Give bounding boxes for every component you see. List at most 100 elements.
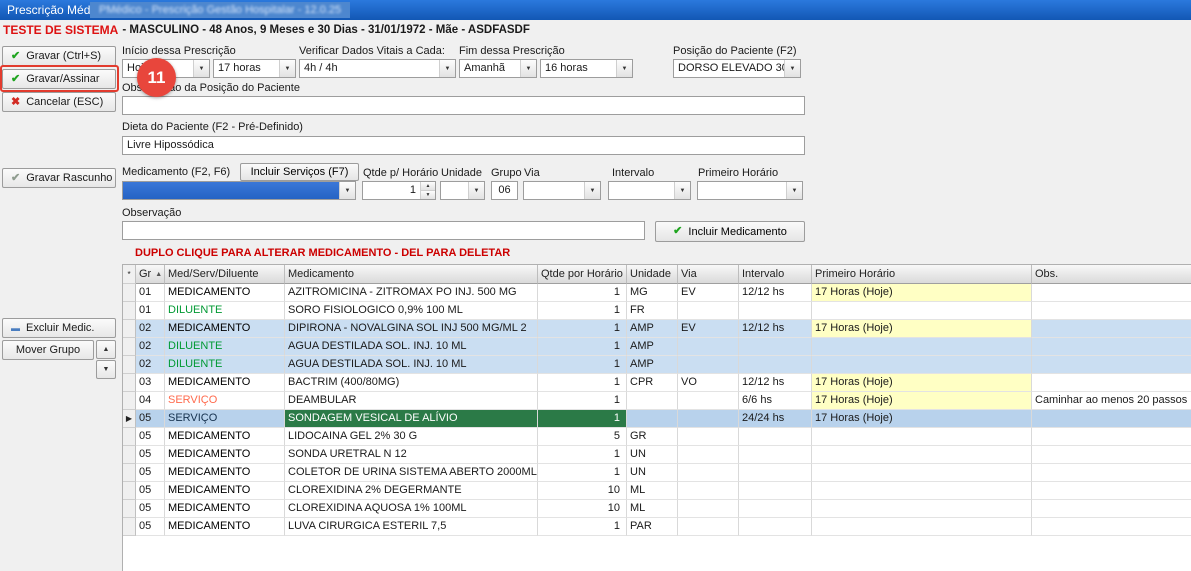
cell-gr: 04 xyxy=(136,392,165,410)
grid-row[interactable]: 03MEDICAMENTOBACTRIM (400/80MG)1CPRVO12/… xyxy=(123,374,1191,392)
cell-med: DEAMBULAR xyxy=(285,392,538,410)
observacao-label: Observação xyxy=(122,207,181,219)
spin-up-icon[interactable]: ▲ xyxy=(421,182,435,191)
column-header-gr[interactable]: Gr▲ xyxy=(136,265,165,284)
cell-primeiro: 17 Horas (Hoje) xyxy=(812,410,1032,428)
medicamento-combo[interactable]: ▼ xyxy=(122,181,356,200)
cell-via: EV xyxy=(678,320,739,338)
grid-row[interactable]: ▶05SERVIÇOSONDAGEM VESICAL DE ALÍVIO124/… xyxy=(123,410,1191,428)
cell-intervalo xyxy=(739,518,812,536)
column-header-intervalo[interactable]: Intervalo xyxy=(739,265,812,284)
cell-med: LUVA CIRURGICA ESTERIL 7,5 xyxy=(285,518,538,536)
cell-primeiro xyxy=(812,428,1032,446)
row-indicator xyxy=(123,518,136,536)
row-indicator xyxy=(123,482,136,500)
inicio-label: Início dessa Prescrição xyxy=(122,45,236,57)
cell-unidade: UN xyxy=(627,446,678,464)
verificar-value: 4h / 4h xyxy=(300,60,439,77)
row-indicator xyxy=(123,302,136,320)
cell-intervalo: 24/24 hs xyxy=(739,410,812,428)
obs-posicao-input[interactable] xyxy=(122,96,805,115)
cell-qtde: 1 xyxy=(538,374,627,392)
incluir-medicamento-button[interactable]: ✔ Incluir Medicamento xyxy=(655,221,805,242)
move-group-down-button[interactable]: ▼ xyxy=(96,360,116,379)
row-indicator xyxy=(123,374,136,392)
chevron-down-icon[interactable]: ▼ xyxy=(584,182,600,199)
grid-row[interactable]: 05MEDICAMENTOLIDOCAINA GEL 2% 30 G5GR xyxy=(123,428,1191,446)
cell-intervalo: 12/12 hs xyxy=(739,284,812,302)
via-combo[interactable]: ▼ xyxy=(523,181,601,200)
arrow-down-icon: ▼ xyxy=(103,366,110,373)
cell-primeiro: 17 Horas (Hoje) xyxy=(812,374,1032,392)
column-header-med[interactable]: Medicamento xyxy=(285,265,538,284)
cell-intervalo xyxy=(739,338,812,356)
cell-qtde: 1 xyxy=(538,392,627,410)
dieta-input[interactable]: Livre Hipossódica xyxy=(122,136,805,155)
posicao-combo[interactable]: DORSO ELEVADO 30 G ▼ xyxy=(673,59,801,78)
cell-gr: 05 xyxy=(136,518,165,536)
gravar-button[interactable]: ✔ Gravar (Ctrl+S) xyxy=(2,46,116,66)
chevron-down-icon[interactable]: ▼ xyxy=(339,182,355,199)
chevron-down-icon[interactable]: ▼ xyxy=(439,60,455,77)
grid-row[interactable]: 02DILUENTEAGUA DESTILADA SOL. INJ. 10 ML… xyxy=(123,338,1191,356)
grid-row[interactable]: 02DILUENTEAGUA DESTILADA SOL. INJ. 10 ML… xyxy=(123,356,1191,374)
cell-via xyxy=(678,518,739,536)
grid-row[interactable]: 01MEDICAMENTOAZITROMICINA - ZITROMAX PO … xyxy=(123,284,1191,302)
observacao-input[interactable] xyxy=(122,221,645,240)
grid-row[interactable]: 05MEDICAMENTOCLOREXIDINA AQUOSA 1% 100ML… xyxy=(123,500,1191,518)
column-header-primeiro[interactable]: Primeiro Horário xyxy=(812,265,1032,284)
chevron-down-icon[interactable]: ▼ xyxy=(468,182,484,199)
grid-row[interactable]: 01DILUENTESORO FISIOLOGICO 0,9% 100 ML1F… xyxy=(123,302,1191,320)
gravar-rascunho-button[interactable]: ✔ Gravar Rascunho xyxy=(2,168,116,188)
primeiro-horario-combo[interactable]: ▼ xyxy=(697,181,803,200)
unidade-combo[interactable]: ▼ xyxy=(440,181,485,200)
cell-primeiro xyxy=(812,500,1032,518)
column-header-unidade[interactable]: Unidade xyxy=(627,265,678,284)
inicio-hora-combo[interactable]: 17 horas ▼ xyxy=(213,59,296,78)
prescription-grid[interactable]: *Gr▲Med/Serv/DiluenteMedicamentoQtde por… xyxy=(122,264,1191,571)
column-header-qtde[interactable]: Qtde por Horário xyxy=(538,265,627,284)
spin-down-icon[interactable]: ▼ xyxy=(421,191,435,199)
fim-dia-combo[interactable]: Amanhã ▼ xyxy=(459,59,537,78)
cell-primeiro xyxy=(812,338,1032,356)
chevron-down-icon[interactable]: ▼ xyxy=(616,60,632,77)
excluir-medic-button[interactable]: ▬ Excluir Medic. xyxy=(2,318,116,338)
cell-tipo: MEDICAMENTO xyxy=(165,446,285,464)
chevron-down-icon[interactable]: ▼ xyxy=(279,60,295,77)
column-header-tipo[interactable]: Med/Serv/Diluente xyxy=(165,265,285,284)
cell-med: CLOREXIDINA 2% DEGERMANTE xyxy=(285,482,538,500)
verificar-combo[interactable]: 4h / 4h ▼ xyxy=(299,59,456,78)
cell-intervalo xyxy=(739,428,812,446)
gravar-assinar-label: Gravar/Assinar xyxy=(26,73,99,85)
qtde-stepper[interactable]: 1 ▲ ▼ xyxy=(362,181,436,200)
grid-row[interactable]: 05MEDICAMENTOCOLETOR DE URINA SISTEMA AB… xyxy=(123,464,1191,482)
column-header-obs[interactable]: Obs. xyxy=(1032,265,1191,284)
grupo-input[interactable]: 06 xyxy=(491,181,518,200)
grid-row[interactable]: 05MEDICAMENTOSONDA URETRAL N 121UN xyxy=(123,446,1191,464)
chevron-down-icon[interactable]: ▼ xyxy=(786,182,802,199)
chevron-down-icon[interactable]: ▼ xyxy=(520,60,536,77)
chevron-down-icon[interactable]: ▼ xyxy=(784,60,800,77)
grid-row[interactable]: 05MEDICAMENTOLUVA CIRURGICA ESTERIL 7,51… xyxy=(123,518,1191,536)
chevron-down-icon[interactable]: ▼ xyxy=(193,60,209,77)
grid-row[interactable]: 04SERVIÇODEAMBULAR16/6 hs17 Horas (Hoje)… xyxy=(123,392,1191,410)
fim-hora-combo[interactable]: 16 horas ▼ xyxy=(540,59,633,78)
fim-label: Fim dessa Prescrição xyxy=(459,45,565,57)
cell-via xyxy=(678,410,739,428)
chevron-down-icon[interactable]: ▼ xyxy=(674,182,690,199)
move-group-up-button[interactable]: ▲ xyxy=(96,340,116,359)
mover-grupo-button[interactable]: Mover Grupo xyxy=(2,340,94,360)
incluir-servicos-button[interactable]: Incluir Serviços (F7) xyxy=(240,163,359,181)
intervalo-combo[interactable]: ▼ xyxy=(608,181,691,200)
cell-unidade xyxy=(627,392,678,410)
grid-row[interactable]: 05MEDICAMENTOCLOREXIDINA 2% DEGERMANTE10… xyxy=(123,482,1191,500)
cancelar-button[interactable]: ✖ Cancelar (ESC) xyxy=(2,92,116,112)
grid-row[interactable]: 02MEDICAMENTODIPIRONA - NOVALGINA SOL IN… xyxy=(123,320,1191,338)
gravar-assinar-button[interactable]: ✔ Gravar/Assinar xyxy=(2,69,116,89)
inicio-hora-value: 17 horas xyxy=(214,60,279,77)
cell-primeiro: 17 Horas (Hoje) xyxy=(812,320,1032,338)
row-indicator xyxy=(123,356,136,374)
cell-med: SONDA URETRAL N 12 xyxy=(285,446,538,464)
column-header-via[interactable]: Via xyxy=(678,265,739,284)
cell-tipo: DILUENTE xyxy=(165,302,285,320)
